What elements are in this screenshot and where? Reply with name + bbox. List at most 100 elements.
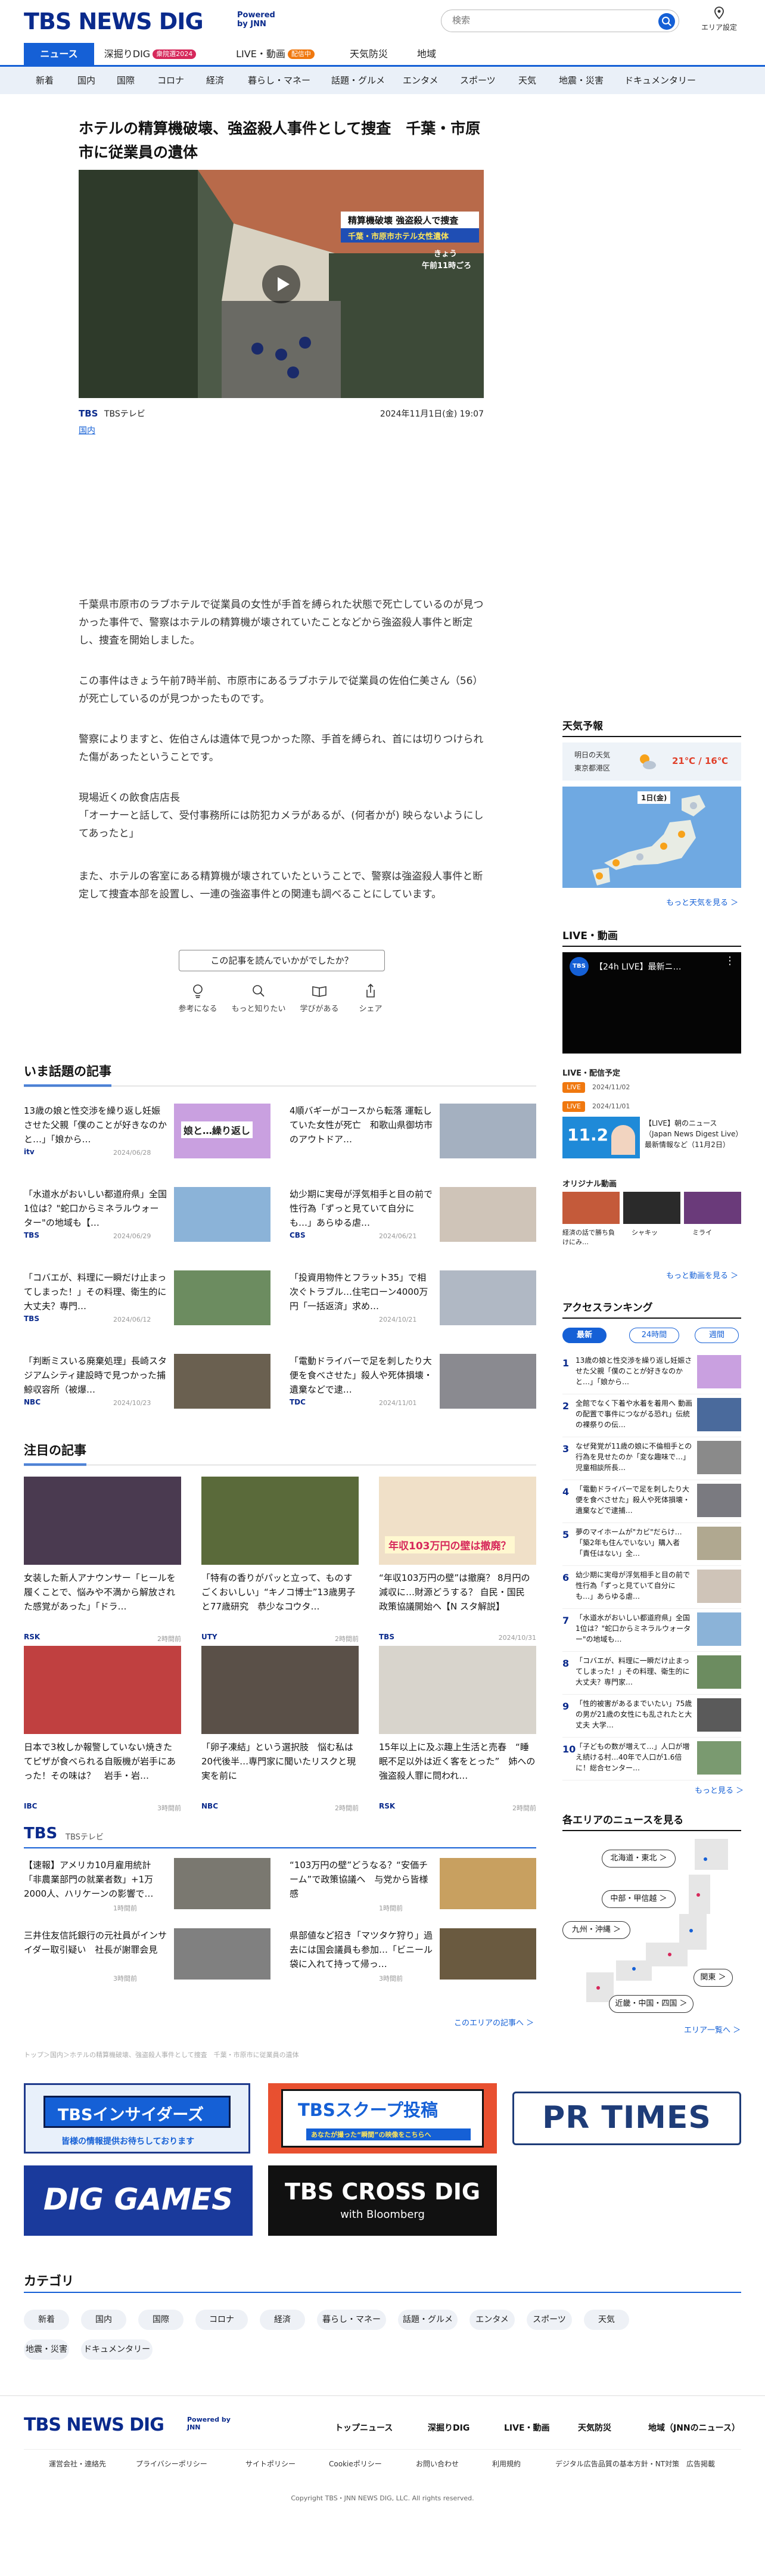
reaction-learning[interactable]: 学びがある — [290, 982, 349, 1014]
area-button-chubu[interactable]: 中部・甲信越 ＞ — [602, 1890, 676, 1908]
cat-corona[interactable]: コロナ — [157, 67, 184, 94]
footer-sublink[interactable]: お問い合わせ — [416, 2459, 459, 2469]
footer-logo[interactable]: TBS NEWS DIG — [24, 2415, 164, 2435]
footer-sublink[interactable]: 広告掲載 — [686, 2459, 715, 2469]
original-video-title[interactable]: ミライ — [692, 1228, 750, 1237]
cat-economy[interactable]: 経済 — [206, 67, 224, 94]
original-video-title[interactable]: 経済の話で勝ち負けにみ… — [562, 1228, 620, 1247]
original-video-thumb[interactable] — [562, 1192, 620, 1224]
category-chip[interactable]: 国内 — [81, 2310, 126, 2330]
search-input[interactable] — [452, 15, 643, 26]
area-button-hokkaido-tohoku[interactable]: 北海道・東北 ＞ — [602, 1850, 676, 1867]
live-video-player[interactable]: TBS 【24h LIVE】最新ニ… ⋮ — [562, 952, 741, 1054]
ranking-item[interactable]: 4 「電動ドライバーで足を刺したり大便を食べさせた」殺人や死体損壊・遺棄などで逮捕… — [562, 1481, 741, 1523]
ranking-tab-24h[interactable]: 24時間 — [629, 1328, 679, 1343]
site-logo[interactable]: TBS NEWS DIG — [24, 8, 204, 35]
area-button-kyushu[interactable]: 九州・沖縄 ＞ — [562, 1921, 630, 1939]
banner-scoop[interactable]: TBSスクープ投稿 あなたが撮った“瞬間”の映像をこちらへ — [268, 2083, 497, 2154]
ranking-item[interactable]: 6 幼少期に実母が浮気相手と目の前で性行為「ずっと見ていて自分にも…」あらゆる虐… — [562, 1567, 741, 1609]
banner-dig-games[interactable]: DIG GAMES — [24, 2165, 253, 2236]
footer-sublink[interactable]: 利用規約 — [492, 2459, 521, 2469]
tbs-news-item[interactable]: “103万円の壁”どうなる？“安価チーム”で政策協議へ 与党から皆様感 1時間前 — [290, 1858, 536, 1918]
original-video-title[interactable]: シャキッ — [632, 1228, 689, 1237]
cat-sports[interactable]: スポーツ — [460, 67, 496, 94]
weather-map[interactable]: 1日(金) — [562, 787, 741, 888]
tbs-news-item[interactable]: 三井住友信託銀行の元社員がインサイダー取引疑い 社長が謝罪会見 3時間前 — [24, 1928, 270, 1988]
tbs-news-item[interactable]: 【速報】アメリカ10月雇用統計「非農業部門の就業者数」+1万2000人、ハリケー… — [24, 1858, 270, 1918]
ranking-item[interactable]: 8 「コバエが、料理に一瞬だけ止まってしまった！」その料理、衛生的に大丈夫？専門家… — [562, 1653, 741, 1695]
category-chip[interactable]: ドキュメンタリー — [81, 2339, 153, 2360]
tab-live[interactable]: LIVE・動画 配信中 — [228, 43, 323, 65]
trending-item[interactable]: 「コバエが、料理に一瞬だけ止まってしまった！」その料理、衛生的に大丈夫？専門… T… — [24, 1270, 270, 1330]
footer-link-weather[interactable]: 天気防災 — [578, 2422, 611, 2434]
cat-topics-gourmet[interactable]: 話題・グルメ — [331, 67, 385, 94]
category-chip[interactable]: 国際 — [138, 2310, 184, 2330]
tbs-more-link[interactable]: このエリアの記事へ ＞ — [454, 2016, 534, 2028]
category-chip[interactable]: 天気 — [584, 2310, 629, 2330]
cat-international[interactable]: 国際 — [117, 67, 135, 94]
category-chip[interactable]: 暮らし・マネー — [317, 2310, 386, 2330]
trending-item[interactable]: 「判断ミスいる廃棄処理」長崎スタジアムシティ建設時で見つかった捕鯨収容所（被爆…… — [24, 1354, 270, 1413]
footer-sublink[interactable]: デジタル広告品質の基本方針・NT対策 — [555, 2459, 679, 2469]
trending-item[interactable]: 「水道水がおいしい都道府県」全国1位は？"蛇口からミネラルウォーター"の地域も【… — [24, 1187, 270, 1247]
category-chip[interactable]: エンタメ — [469, 2310, 515, 2330]
ranking-item[interactable]: 3 なぜ発覚が11歳の娘に不倫相手との行為を見せたのか「変な趣味で…」児童相談所長… — [562, 1438, 741, 1480]
cat-domestic[interactable]: 国内 — [77, 67, 95, 94]
tab-dig[interactable]: 深掘りDIG 衆院選2024 — [102, 43, 198, 65]
footer-sublink[interactable]: Cookieポリシー — [329, 2459, 382, 2469]
featured-card[interactable]: 年収103万円の壁は撤廃？ “年収103万円の壁”は撤廃？ 8月円の減収に…財源ど… — [379, 1477, 536, 1655]
featured-card[interactable]: 女装した新人アナウンサー「ヒールを履くことで、悩みや不満から解放された感覚があっ… — [24, 1477, 181, 1655]
tab-weather[interactable]: 天気防災 — [342, 43, 396, 65]
weather-summary[interactable]: 明日の天気 東京都港区 21℃ / 16℃ — [562, 742, 741, 781]
ranking-item[interactable]: 7 「水道水がおいしい都道府県」全国1位は？"蛇口からミネラルウォーター"の地域も… — [562, 1610, 741, 1652]
footer-link-top[interactable]: トップニュース — [335, 2422, 393, 2434]
footer-link-region[interactable]: 地域（JNNのニュース） — [648, 2422, 740, 2434]
tab-region[interactable]: 地域 — [409, 43, 444, 65]
cat-weather[interactable]: 天気 — [518, 67, 536, 94]
featured-card[interactable]: 日本で3枚しか報警していない焼きたてピザが食べられる自販機が岩手にあった！その味… — [24, 1646, 181, 1825]
tab-news[interactable]: ニュース — [24, 43, 94, 65]
article-hero-video[interactable]: 精算機破壊 強盗殺人で捜査 千葉・市原市ホテル女性遺体 きょう 午前11時ごろ — [79, 170, 484, 398]
footer-sublink[interactable]: サイトポリシー — [245, 2459, 296, 2469]
trending-item[interactable]: 4順バギーがコースから転落 運転していた女性が死亡 和歌山県御坊市のアウトドア… — [290, 1104, 536, 1163]
ranking-item[interactable]: 10 「子どもの数が増えて…」人口が増え続ける村…40年で人口が1.6倍に！総合セ… — [562, 1739, 741, 1780]
ranking-item[interactable]: 1 13歳の娘と性交渉を繰り返し妊娠させた父親「僕のことが好きなのかと…」「娘から… — [562, 1353, 741, 1394]
category-chip[interactable]: コロナ — [195, 2310, 248, 2330]
ranking-tab-latest[interactable]: 最新 — [562, 1328, 607, 1343]
play-button[interactable] — [262, 265, 300, 303]
category-chip[interactable]: 話題・グルメ — [398, 2310, 458, 2330]
ranking-item[interactable]: 5 夢のマイホームが"カビ"だらけ…「築2年も住んでいない」購入者「責任はない」全… — [562, 1524, 741, 1566]
search-button[interactable] — [658, 13, 675, 30]
article-category-link[interactable]: 国内 — [79, 424, 484, 436]
featured-card[interactable]: 「特有の香りがパッと立って、ものすごくおいしい」“キノコ博士”13歳男子と77歳… — [201, 1477, 359, 1655]
trending-item[interactable]: 13歳の娘と性交渉を繰り返し妊娠させた父親「僕のことが好きなのかと…」「娘から…… — [24, 1104, 270, 1163]
video-more-link[interactable]: もっと動画を見る ＞ — [666, 1269, 738, 1281]
area-list-link[interactable]: エリア一覧へ ＞ — [684, 2024, 741, 2035]
area-button-kinki[interactable]: 近畿・中国・四国 ＞ — [609, 1995, 694, 2013]
category-chip[interactable]: スポーツ — [527, 2310, 572, 2330]
banner-insiders[interactable]: TBSインサイダーズ 皆様の情報提供お待ちしております — [24, 2083, 250, 2154]
footer-link-dig[interactable]: 深掘りDIG — [428, 2422, 469, 2434]
original-video-thumb[interactable] — [623, 1192, 680, 1224]
more-options-icon[interactable]: ⋮ — [724, 956, 735, 967]
featured-card[interactable]: 「卵子凍結」という選択肢 悩む私は20代後半…専門家に聞いたリスクと現実を前に N… — [201, 1646, 359, 1825]
weather-more-link[interactable]: もっと天気を見る ＞ — [666, 896, 738, 908]
share-button[interactable]: シェア — [341, 982, 400, 1014]
trending-item[interactable]: 「電動ドライバーで足を刺したり大便を食べさせた」殺人や死体損壊・遺棄などで逮… T… — [290, 1354, 536, 1413]
ranking-more-link[interactable]: もっと見る ＞ — [695, 1784, 744, 1795]
footer-link-live[interactable]: LIVE・動画 — [504, 2422, 550, 2434]
reaction-want-more[interactable]: もっと知りたい — [229, 982, 288, 1014]
category-chip[interactable]: 地震・災害 — [24, 2339, 69, 2360]
schedule-thumb[interactable]: 11.2 — [562, 1117, 640, 1158]
cat-life-money[interactable]: 暮らし・マネー — [248, 67, 310, 94]
banner-prtimes[interactable]: PR TIMES — [512, 2083, 741, 2154]
area-setting-button[interactable]: エリア設定 — [698, 6, 740, 32]
cat-entertainment[interactable]: エンタメ — [403, 67, 439, 94]
original-video-thumb[interactable] — [684, 1192, 741, 1224]
footer-sublink[interactable]: プライバシーポリシー — [136, 2459, 207, 2469]
schedule-title[interactable]: 【LIVE】朝のニュース（Japan News Digest Live）最新情報… — [645, 1118, 741, 1150]
tbs-news-item[interactable]: 県部値など招き「マツタケ狩り」過去には国会議員も参加…「ビニール袋に入れて持って… — [290, 1928, 536, 1988]
cat-new[interactable]: 新着 — [36, 67, 54, 94]
cat-documentary[interactable]: ドキュメンタリー — [624, 67, 696, 94]
reaction-helpful[interactable]: 参考になる — [168, 982, 228, 1014]
